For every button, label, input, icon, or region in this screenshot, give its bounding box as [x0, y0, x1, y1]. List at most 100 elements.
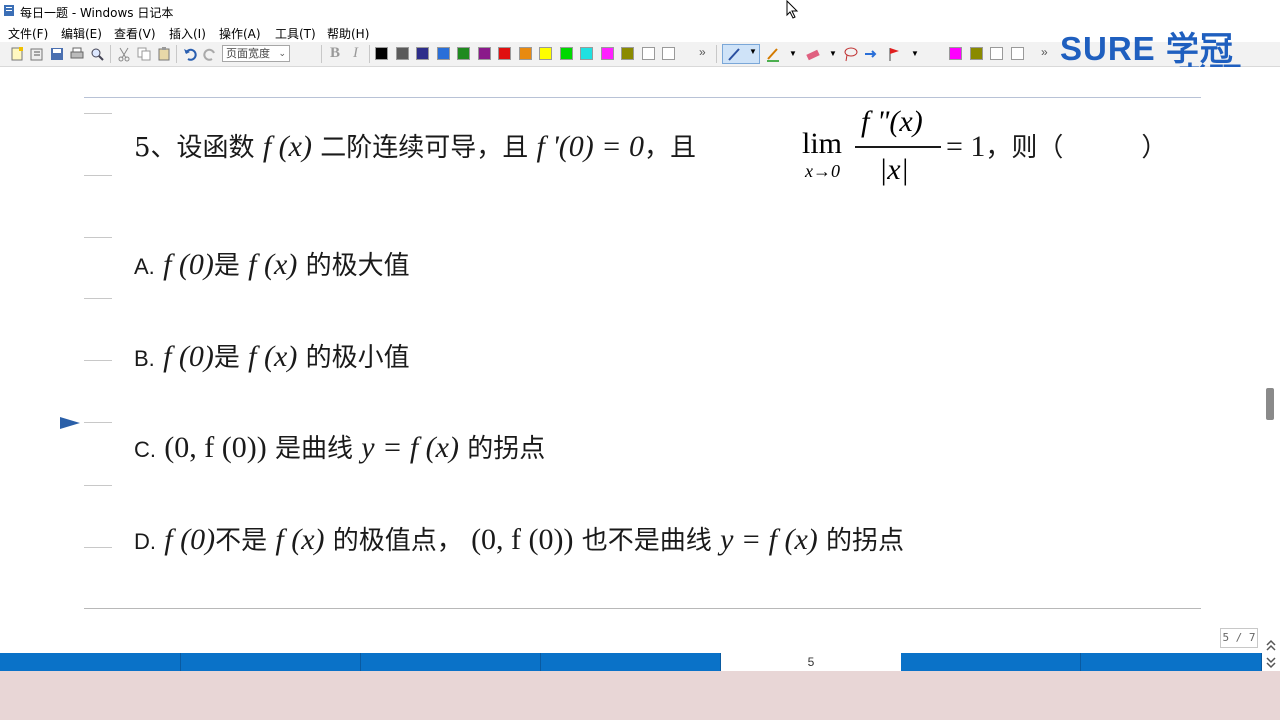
option-text: 的极小值: [305, 343, 410, 373]
note-page[interactable]: 5、设函数 f (x) 二阶连续可导，且 f '(0) = 0，且 lim x→…: [0, 67, 1262, 652]
page-tab[interactable]: [901, 653, 1081, 671]
pen-tool-button[interactable]: ▼: [722, 44, 760, 64]
color-swatch[interactable]: [498, 47, 511, 60]
scrollbar-thumb[interactable]: [1266, 388, 1274, 420]
page-indicator: 5 / 7: [1220, 628, 1258, 648]
redo-icon[interactable]: [202, 46, 218, 62]
menu-insert[interactable]: 插入(I): [169, 25, 206, 42]
option-text: 是: [213, 251, 240, 281]
color-swatch[interactable]: [457, 47, 470, 60]
menu-edit[interactable]: 编辑(E): [61, 25, 102, 42]
title-bar: 每日一题 - Windows 日记本: [0, 0, 1280, 22]
option-c[interactable]: C. (0, f (0)) 是曲线 y = f (x) 的拐点: [134, 428, 545, 465]
undo-icon[interactable]: [182, 46, 198, 62]
question-text: 二阶连续可导，且: [320, 133, 529, 163]
toolbar-overflow-button[interactable]: »: [699, 45, 706, 59]
caret-down-icon[interactable]: ▼: [911, 49, 919, 58]
vertical-scrollbar[interactable]: [1262, 67, 1280, 671]
option-a[interactable]: A. f (0)是 f (x) 的极大值: [134, 245, 410, 282]
zoom-select[interactable]: 页面宽度 ⌄: [222, 45, 290, 62]
bold-button[interactable]: B: [330, 45, 340, 62]
save-icon[interactable]: [49, 46, 65, 62]
option-letter: B.: [134, 346, 155, 371]
option-b[interactable]: B. f (0)是 f (x) 的极小值: [134, 337, 410, 374]
math-equation: y = f (x): [720, 523, 818, 556]
color-swatch[interactable]: [969, 47, 983, 60]
color-swatch[interactable]: [990, 47, 1003, 60]
question-number: 5、: [134, 133, 177, 163]
question-stem: 5、设函数 f (x) 二阶连续可导，且 f '(0) = 0，且: [134, 127, 696, 164]
option-text: 的拐点: [467, 434, 546, 464]
math-lim-sub: x→0: [805, 161, 840, 181]
italic-button[interactable]: I: [353, 45, 358, 62]
color-swatch[interactable]: [949, 47, 962, 60]
color-swatch[interactable]: [600, 47, 614, 60]
option-text: 也不是曲线: [581, 526, 712, 556]
current-page-tab[interactable]: 5: [721, 653, 901, 671]
pen-icon: [728, 48, 740, 61]
option-letter: A.: [134, 254, 155, 279]
math-f0: f (0): [164, 523, 216, 556]
paste-icon[interactable]: [156, 46, 172, 62]
color-swatch[interactable]: [621, 47, 634, 60]
margin-rule: [84, 113, 112, 114]
option-text: 是: [213, 343, 240, 373]
color-swatch[interactable]: [436, 47, 450, 60]
page-top-rule: [84, 97, 1201, 98]
menu-file[interactable]: 文件(F): [8, 25, 48, 42]
question-text: ，且: [644, 133, 697, 163]
page-tab[interactable]: [1081, 653, 1262, 671]
color-swatch[interactable]: [580, 47, 593, 60]
math-frac-num: f "(x): [861, 105, 923, 138]
eraser-icon[interactable]: [805, 46, 821, 62]
math-point: (0, f (0)): [164, 431, 267, 464]
margin-rule: [84, 298, 112, 299]
page-nav-arrows-icon[interactable]: [1265, 638, 1277, 670]
menu-view[interactable]: 查看(V): [114, 25, 156, 42]
color-swatch[interactable]: [1010, 47, 1024, 60]
limit-expression: lim x→0: [802, 107, 862, 181]
lasso-icon[interactable]: [843, 46, 859, 62]
math-lim: lim: [802, 127, 843, 160]
page-tab[interactable]: [181, 653, 361, 671]
caret-down-icon[interactable]: ▼: [789, 49, 797, 58]
print-icon[interactable]: [69, 46, 85, 62]
menu-actions[interactable]: 操作(A): [219, 25, 261, 42]
toolbar-overflow-button-2[interactable]: »: [1041, 45, 1048, 59]
math-f0: f (0): [163, 340, 214, 373]
color-swatch[interactable]: [477, 47, 491, 60]
color-swatch[interactable]: [559, 47, 573, 60]
find-icon[interactable]: [89, 46, 105, 62]
caret-down-icon[interactable]: ▼: [829, 49, 837, 58]
math-fx: f (x): [262, 130, 312, 163]
page-tab[interactable]: [541, 653, 721, 671]
color-swatch[interactable]: [518, 47, 532, 60]
math-fx: f (x): [248, 248, 298, 281]
copy-icon[interactable]: [136, 46, 152, 62]
color-swatch[interactable]: [641, 47, 655, 60]
page-tab[interactable]: [361, 653, 541, 671]
color-swatch[interactable]: [539, 47, 552, 60]
color-swatch[interactable]: [662, 47, 675, 60]
insert-space-icon[interactable]: [863, 46, 879, 62]
color-swatch[interactable]: [395, 47, 409, 60]
open-icon[interactable]: [29, 46, 45, 62]
question-tail: = 1，则（ ）: [946, 127, 1167, 164]
color-swatch[interactable]: [416, 47, 429, 60]
menu-help[interactable]: 帮助(H): [327, 25, 369, 42]
menu-tools[interactable]: 工具(T): [275, 25, 316, 42]
fraction-bar: [855, 146, 941, 148]
math-fx: f (x): [275, 523, 325, 556]
highlighter-icon[interactable]: [765, 46, 781, 62]
flag-icon[interactable]: [887, 46, 903, 62]
math-equation: y = f (x): [361, 431, 459, 464]
margin-rule: [84, 422, 112, 423]
option-d[interactable]: D. f (0)不是 f (x) 的极值点， (0, f (0)) 也不是曲线 …: [134, 520, 904, 557]
color-swatch[interactable]: [375, 47, 388, 60]
window-title: 每日一题 - Windows 日记本: [20, 6, 174, 20]
page-bottom-rule: [84, 608, 1201, 609]
cut-icon[interactable]: [116, 46, 132, 62]
new-note-icon[interactable]: [9, 46, 25, 62]
math-equals-one: = 1: [946, 130, 986, 163]
page-tab[interactable]: [0, 653, 181, 671]
